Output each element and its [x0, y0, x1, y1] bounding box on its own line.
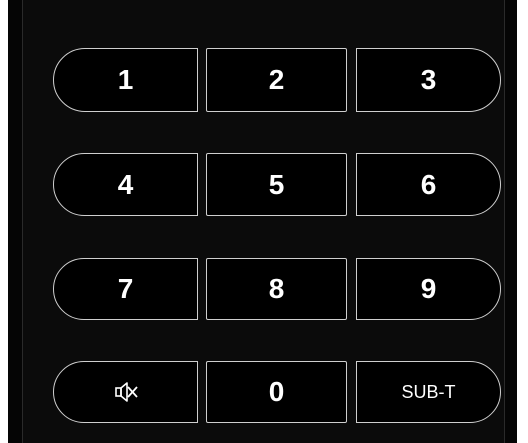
key-9-button[interactable]: 9	[356, 258, 501, 320]
key-5-button[interactable]: 5	[206, 153, 347, 216]
key-4-label: 4	[117, 168, 134, 200]
key-5-label: 5	[268, 168, 285, 200]
key-2-button[interactable]: 2	[206, 48, 347, 112]
key-0-button[interactable]: 0	[206, 361, 347, 423]
key-4-button[interactable]: 4	[53, 153, 198, 216]
left-edge-line	[22, 0, 23, 443]
sub-t-button[interactable]: SUB-T	[356, 361, 501, 423]
right-side-rail	[505, 0, 517, 443]
key-6-label: 6	[420, 168, 437, 200]
key-3-label: 3	[420, 64, 437, 95]
key-2-label: 2	[268, 64, 285, 95]
key-7-label: 7	[117, 273, 134, 304]
left-side-rail	[8, 0, 22, 443]
key-3-button[interactable]: 3	[356, 48, 501, 112]
mute-icon	[114, 382, 138, 402]
key-8-button[interactable]: 8	[206, 258, 347, 320]
key-7-button[interactable]: 7	[53, 258, 198, 320]
remote-control-body: 1 2 3 4 5 6 7 8 9 0 SUB-T	[8, 0, 517, 443]
mute-button[interactable]	[53, 361, 198, 423]
key-8-label: 8	[268, 273, 285, 304]
key-1-button[interactable]: 1	[53, 48, 198, 112]
key-0-label: 0	[268, 376, 285, 407]
key-6-button[interactable]: 6	[356, 153, 501, 216]
key-9-label: 9	[420, 273, 437, 304]
right-edge-line	[504, 0, 505, 443]
key-1-label: 1	[117, 64, 134, 95]
sub-t-label: SUB-T	[401, 381, 456, 402]
